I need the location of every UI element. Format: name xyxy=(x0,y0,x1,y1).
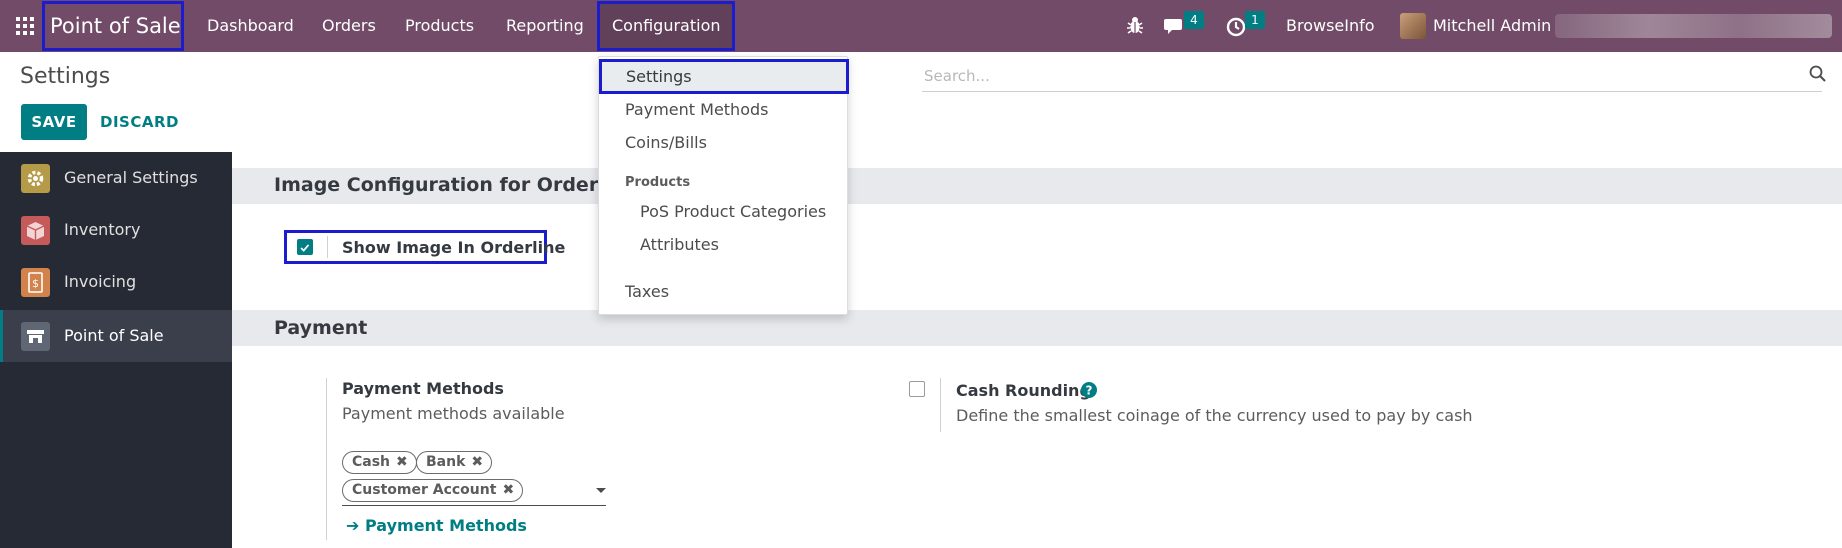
redacted-area xyxy=(1555,14,1832,38)
app-brand[interactable]: Point of Sale xyxy=(42,1,184,51)
search-bar xyxy=(922,62,1826,92)
sidebar-item-point-of-sale[interactable]: Point of Sale xyxy=(0,310,232,362)
messages-badge: 4 xyxy=(1184,11,1204,29)
dropdown-item-taxes[interactable]: Taxes xyxy=(625,282,669,301)
sidebar-item-general-settings[interactable]: General Settings xyxy=(0,152,232,204)
section-header-band xyxy=(232,310,1842,346)
cash-rounding-description: Define the smallest coinage of the curre… xyxy=(956,406,1473,425)
search-icon[interactable] xyxy=(1808,64,1828,84)
tag-bank: Bank ✖ xyxy=(416,451,493,474)
payment-methods-input[interactable] xyxy=(342,505,606,506)
user-avatar[interactable] xyxy=(1400,13,1426,39)
configuration-dropdown: Settings Payment Methods Coins/Bills Pro… xyxy=(598,56,849,315)
menu-products[interactable]: Products xyxy=(405,0,474,52)
menu-reporting[interactable]: Reporting xyxy=(506,0,584,52)
activities-badge: 1 xyxy=(1245,11,1265,29)
payment-methods-label: Payment Methods xyxy=(342,379,504,398)
store-icon xyxy=(21,322,50,351)
menu-orders[interactable]: Orders xyxy=(322,0,376,52)
divider xyxy=(327,236,328,258)
sidebar-item-inventory[interactable]: Inventory xyxy=(0,204,232,256)
search-input[interactable] xyxy=(922,62,1782,90)
page-title: Settings xyxy=(20,64,111,89)
gear-icon xyxy=(21,164,50,193)
menu-dashboard[interactable]: Dashboard xyxy=(207,0,294,52)
chevron-down-icon[interactable] xyxy=(596,488,606,493)
section-title-image-config: Image Configuration for Orderline xyxy=(274,174,638,196)
user-menu[interactable]: Mitchell Admin xyxy=(1433,0,1551,52)
divider xyxy=(326,378,327,540)
dropdown-item-settings[interactable]: Settings xyxy=(599,59,849,94)
tag-cash: Cash ✖ xyxy=(342,451,417,474)
arrow-right-icon: ➔ xyxy=(346,516,360,535)
remove-tag-icon[interactable]: ✖ xyxy=(471,454,483,470)
remove-tag-icon[interactable]: ✖ xyxy=(502,482,514,498)
sidebar-item-label: General Settings xyxy=(64,168,198,187)
save-button[interactable]: SAVE xyxy=(21,104,87,140)
cash-rounding-label[interactable]: Cash Rounding xyxy=(956,381,1091,400)
dropdown-item-attributes[interactable]: Attributes xyxy=(640,235,719,254)
section-title-payment: Payment xyxy=(274,317,368,339)
settings-sidebar: General Settings Inventory $ Invoicing P… xyxy=(0,152,232,548)
cash-rounding-checkbox[interactable] xyxy=(909,381,925,397)
tag-label: Bank xyxy=(426,454,466,470)
bug-icon[interactable] xyxy=(1123,14,1147,38)
sidebar-item-label: Inventory xyxy=(64,220,141,239)
sidebar-item-invoicing[interactable]: $ Invoicing xyxy=(0,256,232,308)
dropdown-item-pos-categories[interactable]: PoS Product Categories xyxy=(640,202,826,221)
invoice-icon: $ xyxy=(21,268,50,297)
menu-configuration[interactable]: Configuration xyxy=(597,1,735,51)
show-image-checkbox[interactable] xyxy=(297,239,313,255)
discard-button[interactable]: DISCARD xyxy=(100,104,179,140)
svg-text:?: ? xyxy=(1086,384,1093,398)
sidebar-item-label: Point of Sale xyxy=(64,326,164,345)
dropdown-item-payment-methods[interactable]: Payment Methods xyxy=(625,100,768,119)
top-navbar: Point of Sale Dashboard Orders Products … xyxy=(0,0,1842,52)
show-image-label[interactable]: Show Image In Orderline xyxy=(342,238,565,257)
help-icon[interactable]: ? xyxy=(1080,381,1098,399)
payment-methods-link[interactable]: ➔ Payment Methods xyxy=(346,516,527,535)
payment-methods-description: Payment methods available xyxy=(342,404,565,423)
dropdown-header-products: Products xyxy=(625,175,691,190)
tag-label: Customer Account xyxy=(352,482,497,498)
sidebar-item-label: Invoicing xyxy=(64,272,137,291)
tag-customer-account: Customer Account ✖ xyxy=(342,479,524,502)
box-icon xyxy=(21,216,50,245)
company-switcher[interactable]: BrowseInfo xyxy=(1286,0,1375,52)
apps-menu-icon[interactable] xyxy=(16,17,34,35)
divider xyxy=(940,378,941,432)
svg-text:$: $ xyxy=(32,277,39,290)
dropdown-item-coins-bills[interactable]: Coins/Bills xyxy=(625,133,707,152)
check-icon xyxy=(300,244,310,252)
tag-label: Cash xyxy=(352,454,391,470)
remove-tag-icon[interactable]: ✖ xyxy=(396,454,408,470)
